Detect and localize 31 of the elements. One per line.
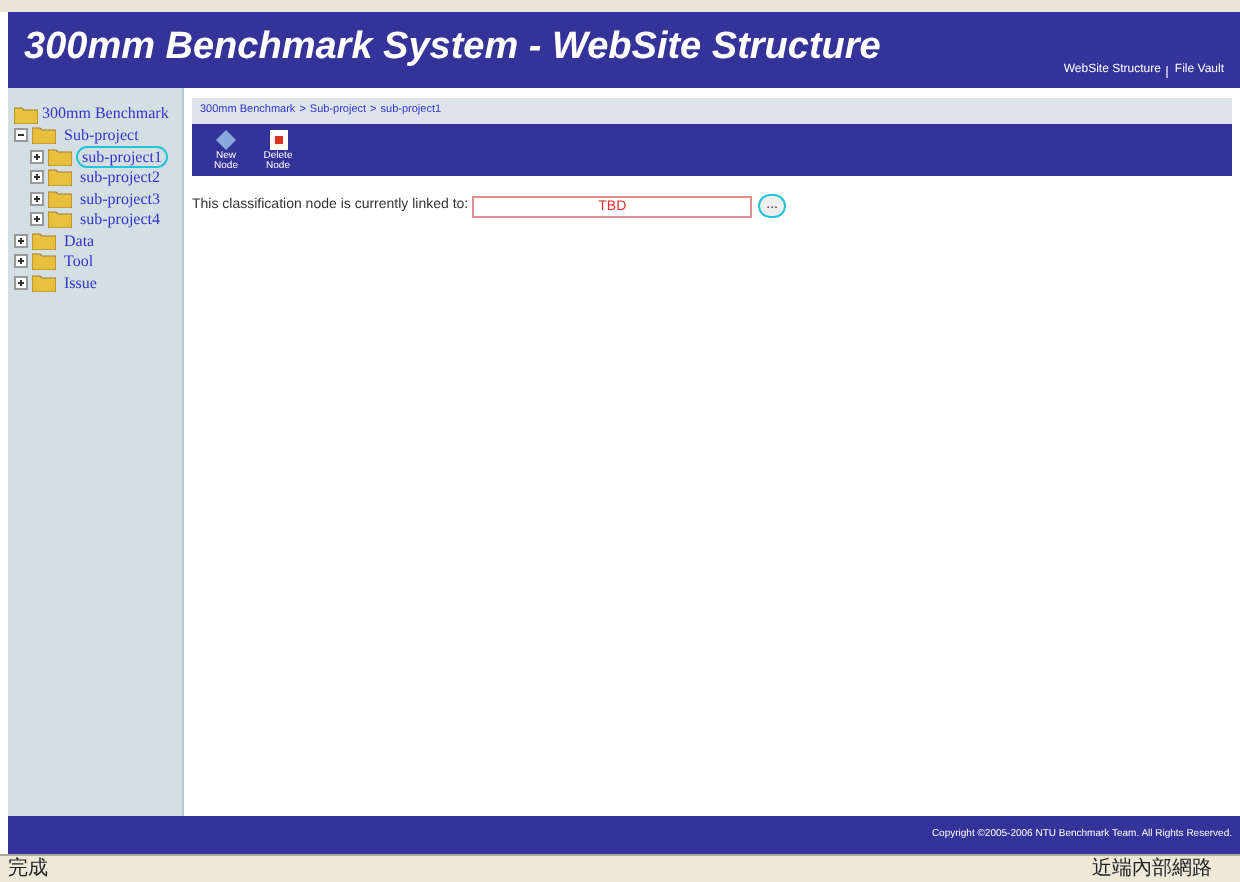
folder-icon — [48, 147, 72, 166]
expand-icon[interactable] — [30, 170, 44, 185]
tree-item[interactable]: sub-project3 — [76, 189, 164, 208]
tree-item[interactable]: Tool — [60, 252, 98, 271]
tree-item[interactable]: sub-project2 — [76, 168, 164, 187]
status-text: 完成 — [8, 857, 48, 881]
expand-icon[interactable] — [30, 191, 44, 206]
folder-icon — [32, 252, 56, 271]
site-title: 300mm Benchmark System - WebSite Structure — [24, 24, 881, 72]
expand-icon[interactable] — [14, 233, 28, 248]
folder-icon — [48, 189, 72, 208]
folder-icon — [14, 105, 38, 124]
tree-item[interactable]: sub-project4 — [76, 210, 164, 229]
expand-icon[interactable] — [30, 212, 44, 227]
tree-item[interactable]: Sub-project — [60, 126, 143, 145]
folder-icon — [48, 168, 72, 187]
tree-item[interactable]: sub-project1 — [76, 145, 168, 168]
tree-item[interactable]: Issue — [60, 273, 101, 292]
folder-icon — [32, 231, 56, 250]
document-icon — [269, 129, 287, 149]
tree-item[interactable]: Data — [60, 231, 99, 250]
expand-icon[interactable] — [14, 275, 28, 290]
diamond-icon — [216, 129, 236, 149]
folder-icon — [32, 273, 56, 292]
folder-icon — [32, 126, 56, 145]
expand-icon[interactable] — [30, 149, 44, 164]
collapse-icon[interactable] — [14, 128, 28, 143]
zone-text: 近端內部網路 — [1092, 857, 1212, 881]
folder-icon — [48, 210, 72, 229]
expand-icon[interactable] — [14, 254, 28, 269]
tree-item[interactable]: 300mm Benchmark — [42, 102, 169, 127]
